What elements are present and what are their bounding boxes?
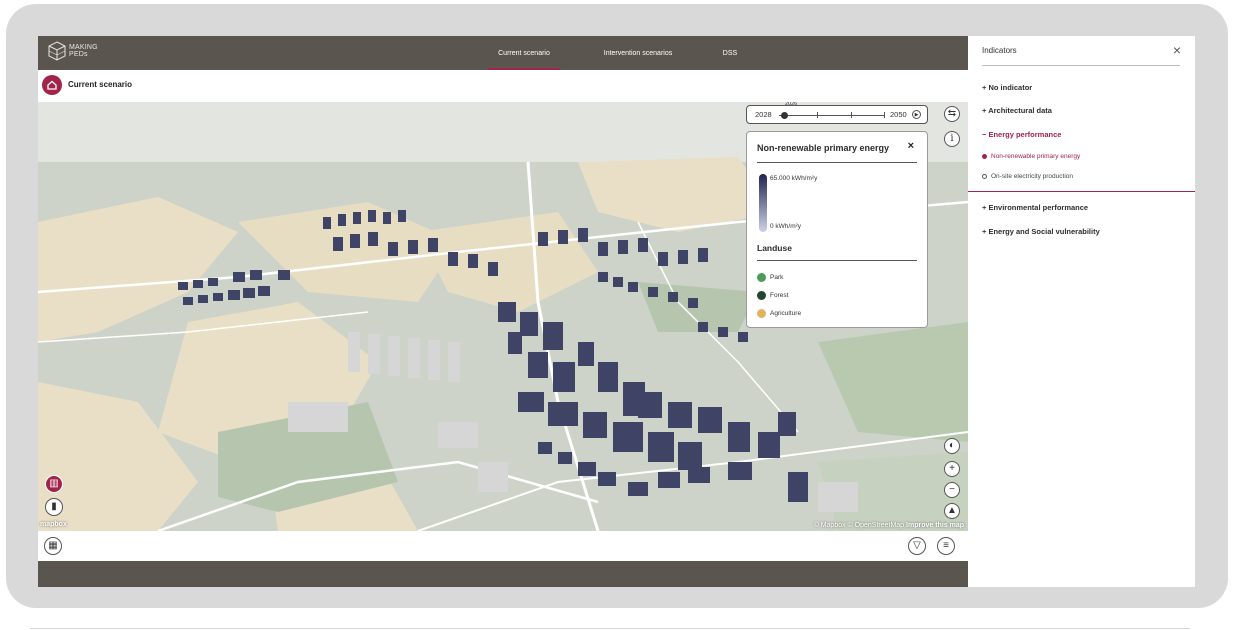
filter-icon[interactable]: ▽ — [908, 537, 926, 555]
logo-cube-icon — [48, 41, 66, 61]
sub-indicator-label: On-site electricity production — [991, 173, 1074, 180]
tab-dss[interactable]: DSS — [715, 36, 745, 70]
grid-icon[interactable]: ▦ — [44, 537, 62, 555]
indicator-environmental-performance[interactable]: + Environmental performance — [982, 203, 1088, 212]
legend-close-icon[interactable]: × — [908, 140, 914, 152]
legend-item-label: Agriculture — [770, 310, 802, 317]
app-logo[interactable]: MAKING PEDs — [48, 41, 98, 61]
legend-item-label: Forest — [770, 292, 789, 299]
improve-map-link[interactable]: Improve this map — [906, 522, 964, 529]
indicator-label: Energy and Social vulnerability — [988, 227, 1100, 236]
scenario-bar: Current scenario — [38, 70, 968, 102]
scale-max-label: 65.000 kWh/m²y — [770, 175, 818, 182]
sub-indicator-label: Non-renewable primary energy — [991, 153, 1081, 160]
legend-item-label: Park — [770, 274, 784, 281]
panel-title: Indicators — [982, 46, 1017, 55]
indicator-no-indicator[interactable]: + No indicator — [982, 83, 1032, 92]
timeline-thumb[interactable] — [781, 112, 788, 119]
legend-item-park: Park — [757, 273, 783, 282]
legend-panel: Non-renewable primary energy × 65.000 kW… — [746, 131, 928, 328]
timeline-end-year: 2050 — [890, 110, 907, 119]
app-window: MAKING PEDs Current scenario Interventio… — [38, 36, 1195, 587]
legend-divider — [757, 162, 917, 163]
page-title: Current scenario — [68, 80, 133, 89]
legend-item-forest: Forest — [757, 291, 788, 300]
logo-text-line2: PEDs — [69, 51, 88, 58]
indicators-panel: Indicators × + No indicator + Architectu… — [968, 36, 1195, 587]
timeline-slider[interactable]: 2028 2026 2050 ▶ — [746, 102, 928, 124]
timeline-start-year: 2028 — [755, 110, 772, 119]
timeline-tick — [884, 112, 885, 118]
zoom-in-icon[interactable]: + — [944, 461, 960, 477]
bottom-toolbar: ▦ ▽ ≡ — [38, 531, 968, 561]
panel-close-icon[interactable]: × — [1173, 42, 1181, 58]
logo-text-line1: MAKING — [69, 44, 98, 51]
indicator-label: Energy performance — [988, 130, 1062, 139]
compare-toggle-icon[interactable]: ⇆ — [944, 106, 960, 122]
timeline-tick — [817, 112, 818, 118]
top-bar: MAKING PEDs Current scenario Interventio… — [38, 36, 968, 70]
compass-icon[interactable]: ▲ — [944, 503, 960, 519]
indicator-label: Architectural data — [988, 106, 1052, 115]
scale-min-label: 0 kWh/m²y — [770, 223, 802, 230]
zoom-out-icon[interactable]: − — [944, 482, 960, 498]
color-scale-bar — [759, 174, 767, 232]
indicator-architectural-data[interactable]: + Architectural data — [982, 106, 1052, 115]
sub-indicator-on-site-electricity[interactable]: On-site electricity production — [982, 173, 1073, 180]
timeline-tick — [851, 112, 852, 118]
indicator-label: No indicator — [988, 83, 1033, 92]
timeline-current-year: 2026 — [785, 102, 798, 107]
list-icon[interactable]: ≡ — [937, 537, 955, 555]
play-icon[interactable]: ▶ — [912, 110, 921, 119]
map-attribution: © Mapbox © OpenStreetMap Improve this ma… — [814, 522, 964, 529]
divider — [30, 628, 1190, 629]
indicator-energy-social-vulnerability[interactable]: + Energy and Social vulnerability — [982, 227, 1100, 236]
agriculture-swatch — [757, 309, 766, 318]
map-view[interactable]: 2028 2026 2050 ▶ ⇆ i ◐ + − ▲ ▥ ▮ mapbox … — [38, 102, 968, 531]
layers-icon[interactable]: ▥ — [45, 475, 63, 493]
section-divider — [968, 191, 1195, 192]
forest-swatch — [757, 291, 766, 300]
legend-divider — [757, 260, 917, 261]
tab-intervention-scenarios[interactable]: Intervention scenarios — [595, 36, 681, 70]
park-swatch — [757, 273, 766, 282]
sub-indicator-non-renewable-primary-energy[interactable]: Non-renewable primary energy — [982, 153, 1080, 160]
panel-divider — [982, 65, 1180, 66]
legend-item-agriculture: Agriculture — [757, 309, 801, 318]
indicator-energy-performance[interactable]: − Energy performance — [982, 130, 1061, 139]
map-style-icon[interactable]: ◐ — [944, 438, 960, 454]
indicator-label: Environmental performance — [988, 203, 1089, 212]
tab-current-scenario[interactable]: Current scenario — [488, 36, 560, 70]
radio-selected-icon — [982, 154, 987, 159]
home-icon — [42, 75, 62, 95]
footer-bar — [38, 561, 968, 587]
chart-icon[interactable]: ▮ — [45, 498, 63, 516]
timeline-track — [779, 115, 885, 116]
info-icon[interactable]: i — [944, 131, 960, 147]
attribution-text[interactable]: © Mapbox © OpenStreetMap — [814, 522, 904, 529]
mapbox-logo: mapbox — [40, 521, 67, 528]
radio-empty-icon — [982, 174, 987, 179]
landuse-title: Landuse — [757, 243, 792, 253]
legend-title: Non-renewable primary energy — [757, 143, 890, 153]
